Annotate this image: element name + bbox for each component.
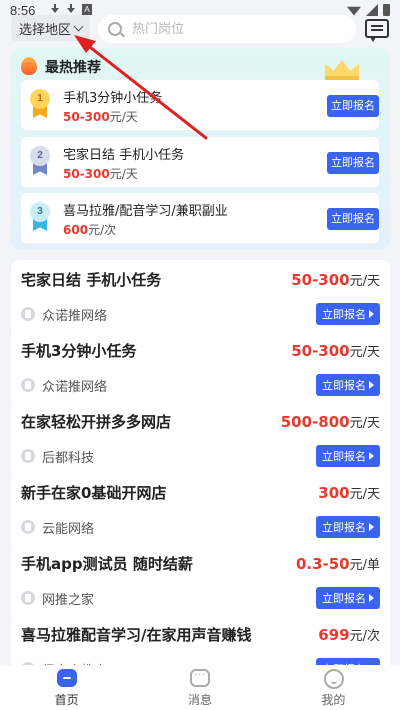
region-selector[interactable]: 选择地区 — [11, 15, 91, 41]
company-name: 众诺推网络 — [42, 309, 108, 324]
job-salary: 50-300元/天 — [291, 342, 380, 360]
hot-item-salary: 600元/次 — [63, 223, 117, 237]
job-title: 手机app测试员 随时结薪 — [21, 555, 193, 573]
company-name: 云能网络 — [42, 522, 95, 537]
top-header: 选择地区 — [0, 14, 400, 44]
job-title: 手机3分钟小任务 — [21, 342, 137, 360]
company-icon — [21, 520, 35, 534]
play-arrow-icon — [369, 310, 374, 318]
search-icon — [108, 22, 122, 36]
profile-icon — [323, 669, 344, 689]
hot-item[interactable]: 1 手机3分钟小任务 50-300元/天 立即报名 — [21, 80, 379, 130]
apply-button[interactable]: 立即报名 — [327, 152, 379, 174]
nav-tab-profile[interactable]: 我的 — [267, 665, 400, 710]
job-card[interactable]: 手机3分钟小任务 50-300元/天 众诺推网络 立即报名 — [11, 331, 390, 411]
nav-label: 首页 — [54, 693, 79, 707]
hot-recommend-title: 最热推荐 — [45, 60, 101, 76]
chevron-down-icon — [73, 21, 84, 31]
job-card[interactable]: 宅家日结 手机小任务 50-300元/天 众诺推网络 立即报名 — [11, 260, 390, 340]
hot-item-title: 喜马拉雅/配音学习/兼职副业 — [63, 204, 228, 219]
home-icon — [57, 669, 77, 687]
apply-button[interactable]: 立即报名 — [327, 95, 379, 117]
crown-icon — [323, 52, 361, 82]
job-salary: 500-800元/天 — [280, 413, 380, 431]
apply-button[interactable]: 立即报名 — [316, 303, 380, 325]
hot-item[interactable]: 2 宅家日结 手机小任务 50-300元/天 立即报名 — [21, 137, 379, 187]
company-icon — [21, 591, 35, 605]
company-icon — [21, 307, 35, 321]
nav-tab-home[interactable]: 首页 — [0, 665, 133, 710]
search-input[interactable] — [132, 21, 332, 37]
apply-button[interactable]: 立即报名 — [316, 587, 380, 609]
hot-item-title: 手机3分钟小任务 — [63, 91, 163, 106]
region-label: 选择地区 — [19, 22, 72, 38]
hot-item-title: 宅家日结 手机小任务 — [63, 148, 185, 163]
nav-label: 消息 — [187, 693, 212, 707]
company-name: 众诺推网络 — [42, 380, 108, 395]
job-title: 喜马拉雅配音学习/在家用声音赚钱 — [21, 626, 252, 644]
job-salary: 50-300元/天 — [291, 271, 380, 289]
play-arrow-icon — [369, 452, 374, 460]
company-name: 后都科技 — [42, 451, 95, 466]
message-icon[interactable] — [365, 19, 389, 42]
apply-button[interactable]: 立即报名 — [316, 374, 380, 396]
apply-button[interactable]: 立即报名 — [316, 516, 380, 538]
job-title: 新手在家0基础开网店 — [21, 484, 167, 502]
medal-silver-icon: 2 — [29, 146, 51, 176]
apply-button[interactable]: 立即报名 — [327, 208, 379, 230]
job-card[interactable]: 手机app测试员 随时结薪 0.3-50元/单 网推之家 立即报名 — [11, 544, 390, 624]
apply-button[interactable]: 立即报名 — [316, 445, 380, 467]
hot-item-salary: 50-300元/天 — [63, 110, 138, 124]
job-title: 在家轻松开拼多多网店 — [21, 413, 172, 431]
company-icon — [21, 378, 35, 392]
job-card[interactable]: 在家轻松开拼多多网店 500-800元/天 后都科技 立即报名 — [11, 402, 390, 482]
company-name: 网推之家 — [42, 593, 95, 608]
job-title: 宅家日结 手机小任务 — [21, 271, 162, 289]
nav-tab-messages[interactable]: 消息 — [133, 665, 266, 710]
nav-label: 我的 — [321, 693, 346, 707]
company-icon — [21, 449, 35, 463]
job-card[interactable]: 新手在家0基础开网店 300元/天 云能网络 立即报名 — [11, 473, 390, 553]
search-bar[interactable] — [98, 15, 356, 43]
bottom-nav: 首页 消息 我的 — [0, 665, 400, 710]
chat-icon — [190, 668, 211, 687]
medal-bronze-icon: 3 — [29, 202, 51, 232]
play-arrow-icon — [369, 594, 374, 602]
job-salary: 699元/次 — [318, 626, 380, 644]
job-salary: 300元/天 — [318, 484, 380, 502]
medal-gold-icon: 1 — [29, 89, 51, 119]
hot-recommend-panel: 最热推荐 1 手机3分钟小任务 50-300元/天 立即报名 2 宅家日结 手机… — [11, 48, 390, 250]
hot-item[interactable]: 3 喜马拉雅/配音学习/兼职副业 600元/次 立即报名 — [21, 193, 379, 243]
job-salary: 0.3-50元/单 — [295, 555, 380, 573]
play-arrow-icon — [369, 523, 374, 531]
fire-icon — [21, 57, 37, 75]
hot-item-salary: 50-300元/天 — [63, 167, 138, 181]
play-arrow-icon — [369, 381, 374, 389]
